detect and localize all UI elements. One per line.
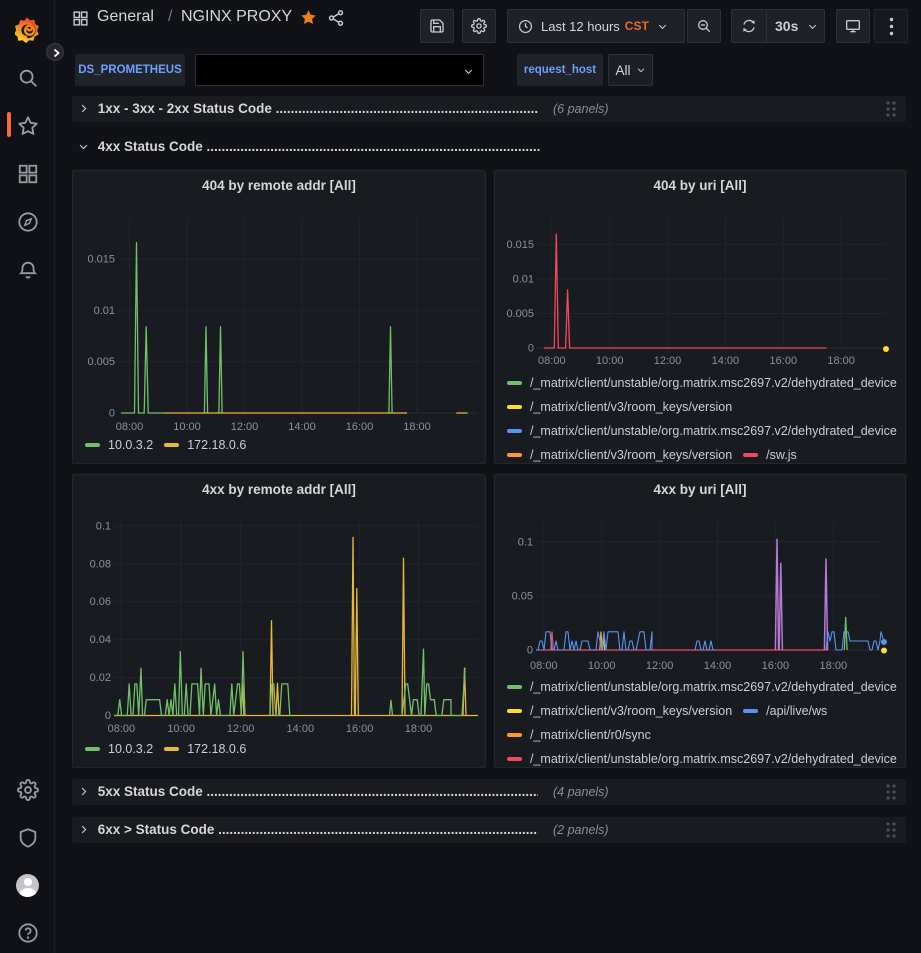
svg-text:0.1: 0.1 [96, 520, 111, 532]
svg-text:14:00: 14:00 [712, 355, 740, 367]
svg-text:0: 0 [528, 343, 534, 355]
svg-text:16:00: 16:00 [762, 660, 790, 672]
svg-text:0: 0 [527, 645, 533, 657]
svg-text:12:00: 12:00 [646, 660, 674, 672]
svg-text:12:00: 12:00 [231, 421, 259, 433]
svg-text:08:00: 08:00 [108, 723, 136, 735]
svg-text:0.005: 0.005 [87, 356, 115, 368]
svg-text:08:00: 08:00 [538, 355, 566, 367]
svg-text:0: 0 [105, 710, 111, 722]
svg-text:0.08: 0.08 [90, 558, 111, 570]
svg-text:0.02: 0.02 [90, 672, 111, 684]
svg-text:14:00: 14:00 [288, 421, 316, 433]
svg-text:08:00: 08:00 [530, 660, 558, 672]
svg-text:12:00: 12:00 [654, 355, 682, 367]
svg-text:0.05: 0.05 [512, 590, 533, 602]
svg-text:18:00: 18:00 [827, 355, 855, 367]
svg-text:10:00: 10:00 [596, 355, 624, 367]
svg-text:08:00: 08:00 [116, 421, 144, 433]
svg-text:0.06: 0.06 [90, 596, 111, 608]
svg-text:16:00: 16:00 [346, 723, 374, 735]
svg-text:18:00: 18:00 [405, 723, 433, 735]
svg-text:0.01: 0.01 [94, 305, 115, 317]
svg-text:0.005: 0.005 [506, 308, 534, 320]
svg-text:16:00: 16:00 [770, 355, 798, 367]
svg-text:0: 0 [109, 408, 115, 420]
svg-text:10:00: 10:00 [167, 723, 195, 735]
svg-text:0.015: 0.015 [87, 254, 115, 266]
svg-text:10:00: 10:00 [588, 660, 616, 672]
svg-text:12:00: 12:00 [227, 723, 255, 735]
svg-text:10:00: 10:00 [173, 421, 201, 433]
svg-text:0.01: 0.01 [513, 274, 534, 286]
svg-text:0.04: 0.04 [90, 634, 111, 646]
svg-text:18:00: 18:00 [403, 421, 431, 433]
svg-text:0.1: 0.1 [518, 536, 533, 548]
svg-text:14:00: 14:00 [704, 660, 732, 672]
svg-text:0.015: 0.015 [506, 239, 534, 251]
svg-text:14:00: 14:00 [287, 723, 315, 735]
svg-text:18:00: 18:00 [820, 660, 848, 672]
svg-text:16:00: 16:00 [346, 421, 374, 433]
